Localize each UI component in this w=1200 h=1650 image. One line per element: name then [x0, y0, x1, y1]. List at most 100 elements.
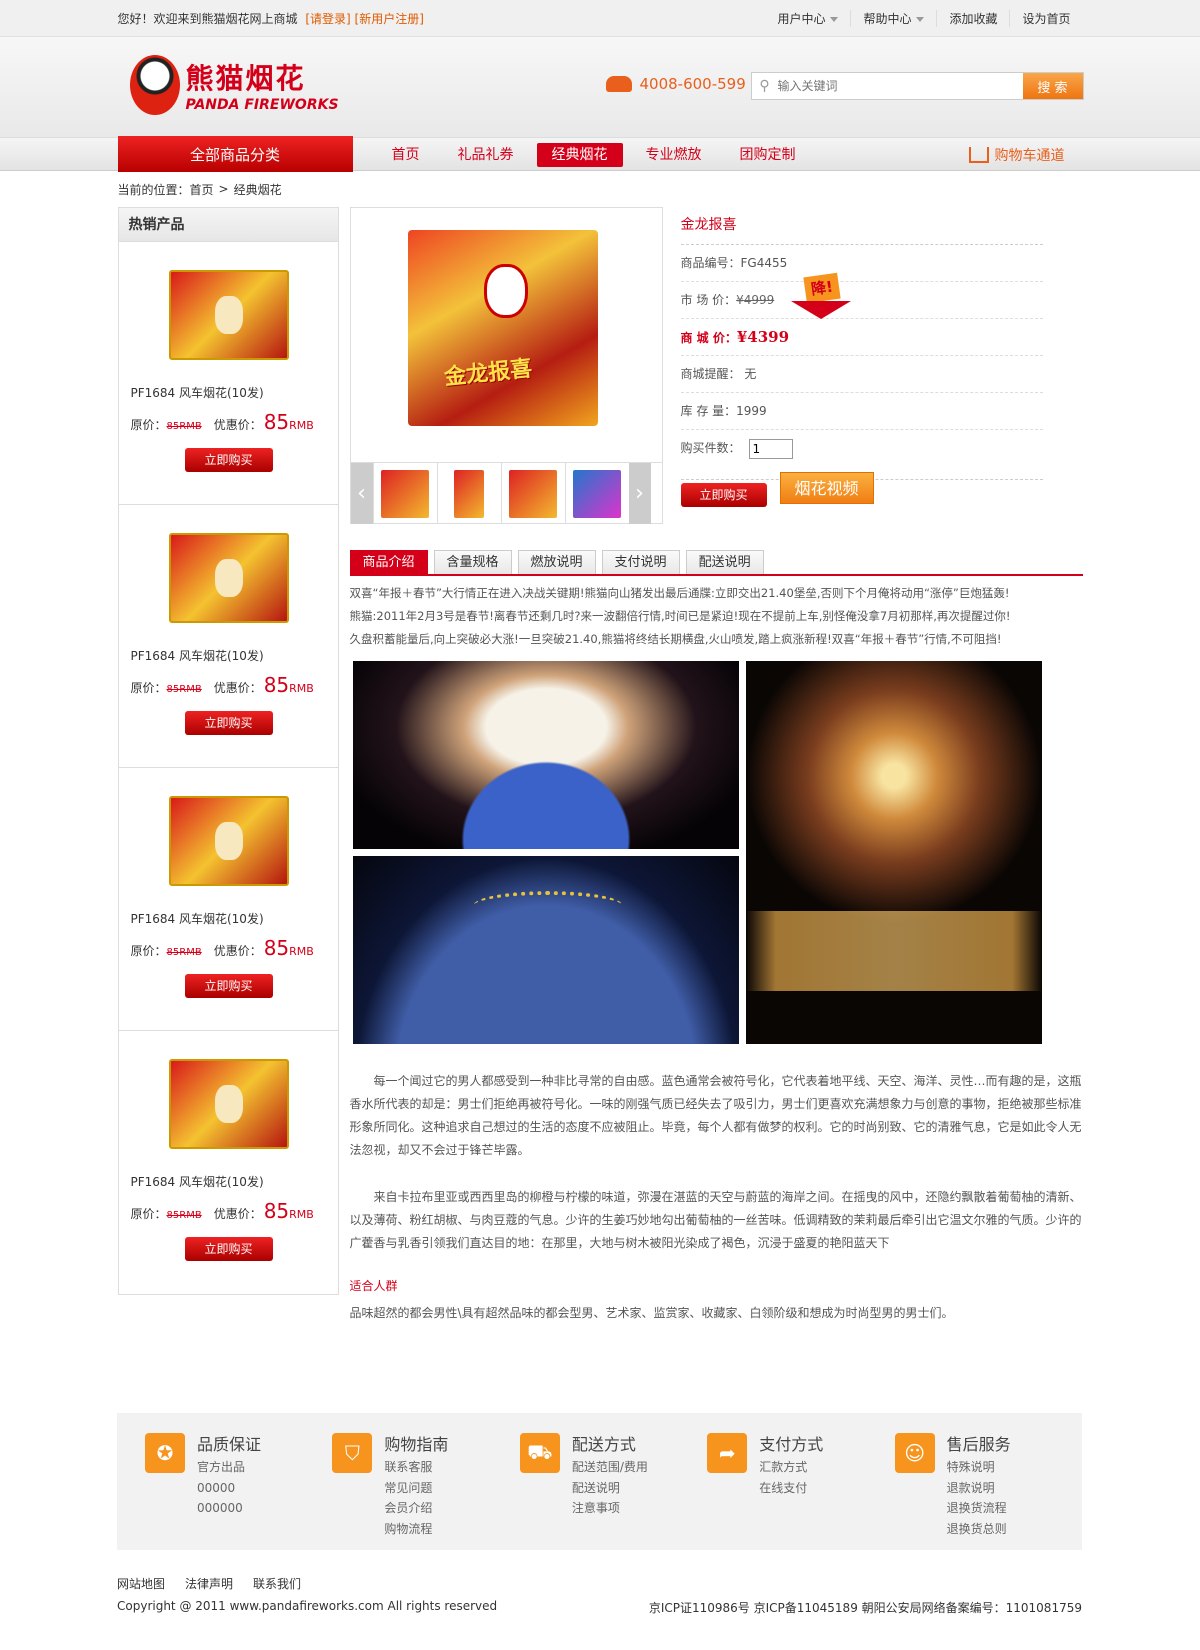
footer-link-legal[interactable]: 法律声明: [185, 1575, 233, 1592]
orig-price: 85RMB: [166, 684, 202, 695]
product-name[interactable]: PF1684 风车烟花(10发): [131, 1173, 264, 1190]
hot-product: PF1684 风车烟花(10发) 原价： 85RMB 优惠价： 85 RMB 立即购买: [119, 1031, 338, 1294]
help-center-menu[interactable]: 帮助中心: [850, 10, 936, 27]
nav-item-classic[interactable]: 经典烟花: [536, 143, 623, 167]
olympic-rings-photo: [352, 856, 739, 1044]
tab-usage[interactable]: 燃放说明: [517, 550, 596, 574]
add-favorite-link[interactable]: 添加收藏: [936, 10, 1009, 27]
sale-price-label: 优惠价：: [213, 944, 262, 958]
help-center-label[interactable]: 帮助中心: [863, 12, 911, 26]
buy-now-button[interactable]: 立即购买: [184, 1237, 273, 1261]
top-menu: 用户中心 帮助中心 添加收藏 设为首页: [765, 10, 1082, 27]
stock-value: 1999: [736, 404, 767, 418]
service-link[interactable]: 联系客服: [384, 1457, 448, 1478]
service-link[interactable]: 汇款方式: [759, 1457, 823, 1478]
service-link[interactable]: 特殊说明: [947, 1457, 1011, 1478]
thumbnail-strip: ‹ ›: [350, 462, 662, 524]
service-title: 品质保证: [197, 1435, 262, 1454]
nav-item-group[interactable]: 团购定制: [725, 143, 811, 167]
footer-link-contact[interactable]: 联系我们: [253, 1575, 301, 1592]
service-delivery: ⛟ 配送方式 配送范围/费用 配送说明 注意事项: [519, 1433, 707, 1550]
product-thumbnail[interactable]: [168, 796, 289, 886]
add-favorite-label[interactable]: 添加收藏: [949, 12, 997, 26]
register-link[interactable]: [新用户注册]: [355, 12, 424, 26]
product-name[interactable]: PF1684 风车烟花(10发): [131, 647, 264, 664]
product-thumbnail[interactable]: [168, 533, 289, 623]
tab-payment[interactable]: 支付说明: [601, 550, 680, 574]
service-link[interactable]: 配送范围/费用: [572, 1457, 648, 1478]
service-link[interactable]: 购物流程: [384, 1519, 448, 1540]
orig-price-label: 原价：: [130, 944, 167, 958]
buy-now-button[interactable]: 立即购买: [184, 974, 273, 998]
intro-line: 久盘积蓄能量后,向上突破必大涨!一旦突破21.40,熊猫将终结长期横盘,火山喷发…: [349, 632, 1002, 646]
product-content: 金龙报喜 ‹ › 金龙报喜 商品编号：FG4455 市 场 价：¥4999 商 …: [349, 207, 1083, 1321]
breadcrumb: 当前的位置： 首页 > 经典烟花: [118, 171, 1083, 207]
chevron-left-icon[interactable]: ‹: [350, 463, 373, 524]
search-input[interactable]: [777, 73, 1023, 99]
product-name[interactable]: PF1684 风车烟花(10发): [131, 384, 264, 401]
service-link[interactable]: 官方出品: [197, 1457, 261, 1478]
service-link[interactable]: 退换货流程: [947, 1498, 1011, 1519]
sidebar-title: 热销产品: [118, 208, 338, 242]
sku-label: 商品编号：: [680, 256, 741, 270]
buy-now-button[interactable]: 立即购买: [184, 711, 273, 735]
all-categories-button[interactable]: 全部商品分类: [117, 136, 353, 172]
tab-introduction[interactable]: 商品介绍: [349, 550, 428, 574]
search-box: ⚲ 搜 索: [750, 72, 1084, 100]
logo-en: PANDA FIREWORKS: [185, 97, 339, 113]
set-homepage-link[interactable]: 设为首页: [1009, 10, 1082, 27]
product-thumbnail[interactable]: [168, 1059, 289, 1149]
quantity-label: 购买件数：: [680, 441, 741, 455]
tab-specs[interactable]: 含量规格: [433, 550, 512, 574]
cart-link[interactable]: 购物车通道: [968, 145, 1065, 165]
search-button[interactable]: 搜 索: [1022, 73, 1083, 99]
stadium-fireworks-photo: [352, 661, 739, 849]
buy-now-button[interactable]: 立即购买: [184, 448, 273, 472]
chevron-down-icon: [830, 17, 839, 22]
target-audience-text: 品味超然的都会男性\具有超然品味的都会型男、艺术家、监赏家、收藏家、白领阶级和想…: [349, 1306, 954, 1320]
user-center-label[interactable]: 用户中心: [777, 12, 825, 26]
service-link[interactable]: 注意事项: [572, 1498, 648, 1519]
user-center-menu[interactable]: 用户中心: [765, 10, 850, 27]
thumbnail[interactable]: [500, 463, 565, 524]
thumbnail[interactable]: [436, 463, 501, 524]
nav-item-professional[interactable]: 专业燃放: [631, 143, 717, 167]
site-logo[interactable]: 熊猫烟花 PANDA FIREWORKS: [129, 55, 339, 115]
tab-delivery[interactable]: 配送说明: [685, 550, 764, 574]
set-homepage-label[interactable]: 设为首页: [1022, 12, 1070, 26]
product-name[interactable]: PF1684 风车烟花(10发): [131, 910, 264, 927]
product-main-image[interactable]: 金龙报喜: [407, 230, 598, 426]
service-link[interactable]: 在线支付: [759, 1478, 823, 1499]
quantity-input[interactable]: [748, 438, 793, 459]
product-thumbnail[interactable]: [168, 270, 289, 360]
breadcrumb-label: 当前的位置：: [117, 182, 190, 197]
chevron-right-icon[interactable]: ›: [628, 463, 651, 524]
service-link[interactable]: 常见问题: [384, 1478, 448, 1499]
service-link[interactable]: 00000: [197, 1478, 261, 1499]
service-link[interactable]: 退款说明: [947, 1478, 1011, 1499]
stock-label: 库 存 量：: [680, 404, 737, 418]
fireworks-video-button[interactable]: 烟花视频: [779, 472, 874, 504]
nav-item-home[interactable]: 首页: [377, 143, 435, 167]
thumbnail[interactable]: [564, 463, 629, 524]
breadcrumb-home[interactable]: 首页: [190, 181, 214, 198]
nav-item-gifts[interactable]: 礼品礼券: [443, 143, 529, 167]
basket-icon: ⛉: [332, 1433, 373, 1473]
thumbnail[interactable]: [372, 463, 437, 524]
orig-price-label: 原价：: [130, 418, 167, 432]
service-link[interactable]: 会员介绍: [384, 1498, 448, 1519]
service-link[interactable]: 000000: [197, 1498, 261, 1519]
breadcrumb-current[interactable]: 经典烟花: [234, 181, 282, 198]
login-link[interactable]: [请登录]: [305, 12, 350, 26]
product-title: 金龙报喜: [680, 207, 1043, 245]
hot-product: PF1684 风车烟花(10发) 原价： 85RMB 优惠价： 85 RMB 立即购买: [118, 768, 338, 1031]
orig-price-label: 原价：: [130, 1207, 167, 1221]
service-link[interactable]: 退换货总则: [947, 1519, 1011, 1540]
service-link[interactable]: 配送说明: [572, 1478, 648, 1499]
mall-price-label: 商 城 价：: [680, 331, 737, 345]
buy-now-button[interactable]: 立即购买: [680, 483, 767, 507]
product-info: 金龙报喜 商品编号：FG4455 市 场 价：¥4999 商 城 价：¥4399…: [663, 207, 1083, 526]
main-nav: 全部商品分类 首页 礼品礼券 经典烟花 专业燃放 团购定制 购物车通道: [0, 136, 1200, 172]
footer-link-sitemap[interactable]: 网站地图: [117, 1575, 165, 1592]
copyright: Copyright @ 2011 www.pandafireworks.com …: [117, 1599, 498, 1613]
